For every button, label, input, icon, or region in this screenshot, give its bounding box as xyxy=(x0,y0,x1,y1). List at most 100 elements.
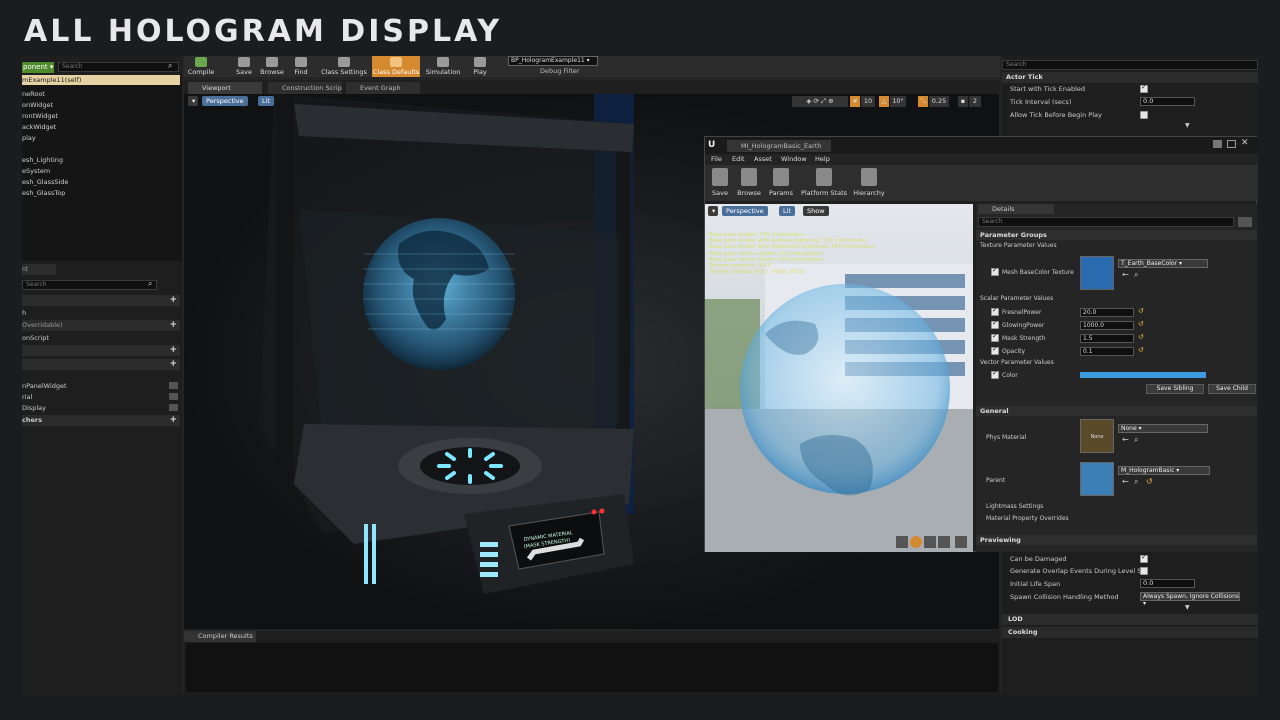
maximize-icon[interactable] xyxy=(1227,140,1236,148)
lit-button[interactable]: Lit xyxy=(258,96,274,106)
preview-options-button[interactable]: ▾ xyxy=(708,206,718,216)
scalar-checkbox[interactable] xyxy=(991,345,999,355)
minimize-icon[interactable] xyxy=(1213,140,1222,148)
save-sibling-button[interactable]: Save Sibling xyxy=(1146,384,1204,394)
category-row[interactable]: + xyxy=(22,295,180,306)
texture-param-checkbox[interactable] xyxy=(991,266,999,276)
tree-item[interactable]: esh_GlassTop xyxy=(22,189,65,197)
reset-icon[interactable]: ↺ xyxy=(1138,333,1144,341)
viewport-options-button[interactable]: ▾ xyxy=(188,96,198,106)
list-item[interactable]: rial xyxy=(22,393,32,401)
tree-item[interactable]: play xyxy=(22,134,36,142)
scalar-input[interactable]: 1000.0 xyxy=(1080,321,1134,330)
close-icon[interactable]: ✕ xyxy=(1241,138,1249,148)
vector-params-header[interactable]: Vector Parameter Values xyxy=(980,359,1054,366)
preview-sphere-icon[interactable] xyxy=(910,536,922,548)
tree-item[interactable]: esh_Lighting xyxy=(22,156,63,164)
expand-icon[interactable]: ▼ xyxy=(1185,122,1190,129)
reset-icon[interactable]: ↺ xyxy=(1146,477,1153,486)
tab-details[interactable]: Details xyxy=(978,204,1054,214)
color-swatch[interactable] xyxy=(1080,372,1206,378)
texture-params-header[interactable]: Texture Parameter Values xyxy=(980,242,1057,249)
browse-icon[interactable]: ⌕ xyxy=(1134,270,1138,280)
components-search-input[interactable]: Search xyxy=(58,62,179,72)
preview-perspective-button[interactable]: Perspective xyxy=(722,206,768,216)
save-child-button[interactable]: Save Child xyxy=(1208,384,1256,394)
category-row[interactable]: + xyxy=(22,359,180,370)
hierarchy-button[interactable]: Hierarchy xyxy=(851,165,887,201)
material-preview-viewport[interactable]: ▾ Perspective Lit Show Base pass shader:… xyxy=(705,204,973,552)
tree-item[interactable]: ackWidget xyxy=(22,123,56,131)
category-row[interactable]: Overridable) + xyxy=(22,320,180,331)
add-icon[interactable]: + xyxy=(169,359,177,370)
preview-show-button[interactable]: Show xyxy=(803,206,829,216)
visibility-icon[interactable] xyxy=(169,382,178,389)
reset-icon[interactable]: ↺ xyxy=(1138,320,1144,328)
debug-object-select[interactable]: BP_HologramExample11 ▾ xyxy=(508,56,598,66)
scalar-input[interactable]: 20.0 xyxy=(1080,308,1134,317)
scalar-checkbox[interactable] xyxy=(991,319,999,329)
rotation-snap-value[interactable]: 10° xyxy=(890,96,906,107)
use-selected-icon[interactable]: ← xyxy=(1122,435,1129,444)
tree-item[interactable]: onWidget xyxy=(22,101,53,109)
category-row[interactable]: + xyxy=(22,345,180,356)
scalar-checkbox[interactable] xyxy=(991,306,999,316)
phys-material-select[interactable]: None ▾ xyxy=(1118,424,1208,433)
expand-icon[interactable]: ▼ xyxy=(1185,604,1190,611)
add-icon[interactable]: + xyxy=(169,295,177,306)
parent-thumbnail[interactable] xyxy=(1080,462,1114,496)
params-button[interactable]: Params xyxy=(767,165,795,201)
menu-help[interactable]: Help xyxy=(815,155,830,163)
browse-button[interactable]: Browse xyxy=(258,56,286,77)
can-damage-checkbox[interactable] xyxy=(1140,553,1148,563)
tree-item[interactable]: esh_GlassSide xyxy=(22,178,68,186)
material-details-search[interactable]: Search xyxy=(978,217,1234,227)
scale-snap-icon[interactable]: ⤡ xyxy=(918,96,928,107)
menu-file[interactable]: File xyxy=(711,155,722,163)
spawn-method-select[interactable]: Always Spawn, Ignore Collisions ▾ xyxy=(1140,592,1240,607)
menu-edit[interactable]: Edit xyxy=(732,155,745,163)
previewing-header[interactable]: Previewing xyxy=(976,535,1257,545)
tab-construction-script[interactable]: Construction Scrip xyxy=(268,82,342,94)
list-item[interactable]: nPanelWidget xyxy=(22,382,67,390)
list-item[interactable]: Display xyxy=(22,404,46,412)
class-defaults-button[interactable]: Class Defaults xyxy=(372,56,420,77)
use-selected-icon[interactable]: ← xyxy=(1122,270,1129,279)
scalar-input[interactable]: 1.5 xyxy=(1080,334,1134,343)
category-row[interactable]: chers + xyxy=(22,415,180,426)
find-button[interactable]: Find xyxy=(290,56,312,77)
camera-speed-icon[interactable]: ▪ xyxy=(958,96,968,107)
life-span-input[interactable]: 0.0 xyxy=(1140,579,1195,588)
tab-compiler-results[interactable]: Compiler Results xyxy=(184,631,256,642)
compile-button[interactable]: Compile xyxy=(186,56,216,77)
grid-snap-value[interactable]: 10 xyxy=(861,96,875,107)
browse-icon[interactable]: ⌕ xyxy=(1134,435,1138,445)
preview-cube-icon[interactable] xyxy=(938,536,950,548)
use-selected-icon[interactable]: ← xyxy=(1122,477,1129,486)
perspective-button[interactable]: Perspective xyxy=(202,96,248,106)
visibility-icon[interactable] xyxy=(169,393,178,400)
allow-tick-checkbox[interactable] xyxy=(1140,111,1148,119)
add-icon[interactable]: + xyxy=(169,415,177,426)
browse-icon[interactable]: ⌕ xyxy=(1134,477,1138,487)
grid-snap-icon[interactable]: # xyxy=(850,96,860,107)
overlap-checkbox[interactable] xyxy=(1140,567,1148,575)
play-button[interactable]: Play xyxy=(468,56,492,77)
rotation-snap-icon[interactable]: △ xyxy=(879,96,889,107)
platform-stats-button[interactable]: Platform Stats xyxy=(799,165,849,201)
color-checkbox[interactable] xyxy=(991,369,999,379)
add-icon[interactable]: + xyxy=(169,345,177,356)
class-settings-button[interactable]: Class Settings xyxy=(319,56,369,77)
blueprint-search-input[interactable]: Search xyxy=(22,280,157,290)
tick-interval-input[interactable]: 0.0 xyxy=(1140,97,1195,106)
view-options-icon[interactable] xyxy=(1238,217,1252,227)
parameter-groups-header[interactable]: Parameter Groups xyxy=(976,230,1257,240)
reset-icon[interactable]: ↺ xyxy=(1138,346,1144,354)
tab-material-instance[interactable]: MI_HologramBasic_Earth xyxy=(727,140,831,152)
my-blueprint-tab[interactable]: nt xyxy=(22,264,56,275)
general-header[interactable]: General xyxy=(976,406,1257,416)
scale-snap-value[interactable]: 0.25 xyxy=(929,96,949,107)
save-button[interactable]: Save xyxy=(232,56,256,77)
lightmass-settings[interactable]: Lightmass Settings xyxy=(986,503,1043,510)
tree-item[interactable]: neRoot xyxy=(22,90,45,98)
